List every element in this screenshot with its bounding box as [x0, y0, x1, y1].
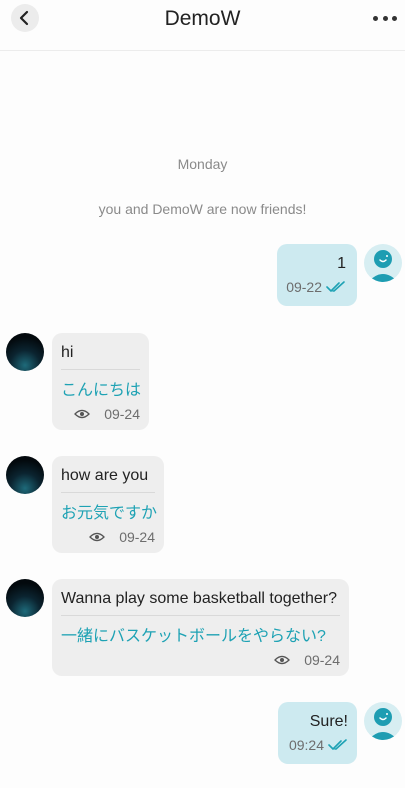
- chat-header: DemoW: [0, 0, 405, 51]
- message-text: Wanna play some basketball together?: [61, 590, 338, 607]
- translation-divider: [61, 615, 340, 616]
- avatar-demow[interactable]: [6, 579, 44, 617]
- friend-notice: you and DemoW are now friends!: [98, 201, 307, 217]
- message-bubble-incoming[interactable]: Wanna play some basketball together? 一緒に…: [52, 579, 349, 676]
- translation-divider: [61, 492, 155, 493]
- message-text: Sure!: [309, 713, 348, 730]
- avatar-demow[interactable]: [6, 333, 44, 371]
- message-bubble-outgoing[interactable]: 1 09-22: [277, 244, 357, 306]
- message-text: hi: [61, 344, 74, 361]
- eye-icon: [89, 532, 106, 542]
- page-title: DemoW: [164, 7, 241, 30]
- message-time: 09-24: [119, 529, 155, 545]
- user-avatar-icon: [368, 250, 398, 282]
- double-check-icon: [326, 281, 345, 292]
- message-translation: 一緒にバスケットボールをやらない?: [61, 628, 326, 645]
- translation-divider: [61, 369, 140, 370]
- message-time: 09-24: [304, 652, 340, 668]
- user-avatar-icon: [368, 708, 398, 740]
- message-meta: 09-24: [61, 652, 340, 668]
- message-meta: 09:24: [278, 737, 348, 753]
- message-meta: 09-24: [61, 406, 140, 422]
- eye-icon: [74, 409, 91, 419]
- more-horizontal-icon: [373, 15, 378, 21]
- message-bubble-incoming[interactable]: how are you お元気ですか 09-24: [52, 456, 164, 553]
- avatar-self[interactable]: [364, 244, 402, 282]
- message-bubble-outgoing[interactable]: Sure! 09:24: [278, 702, 357, 764]
- message-translation: こんにちは: [61, 382, 142, 399]
- message-time: 09-24: [104, 406, 140, 422]
- avatar-demow[interactable]: [6, 456, 44, 494]
- message-translation: お元気ですか: [61, 505, 158, 522]
- message-meta: 09-22: [277, 279, 346, 295]
- message-meta: 09-24: [61, 529, 155, 545]
- message-time: 09:24: [288, 737, 324, 753]
- message-bubble-incoming[interactable]: hi こんにちは 09-24: [52, 333, 149, 430]
- message-text: 1: [337, 255, 346, 272]
- day-separator: Monday: [177, 156, 228, 172]
- message-text: how are you: [61, 467, 149, 484]
- avatar-self[interactable]: [364, 702, 402, 740]
- more-options-button[interactable]: [371, 10, 399, 26]
- double-check-icon: [328, 739, 347, 750]
- eye-icon: [274, 655, 291, 665]
- message-time: 09-22: [286, 279, 322, 295]
